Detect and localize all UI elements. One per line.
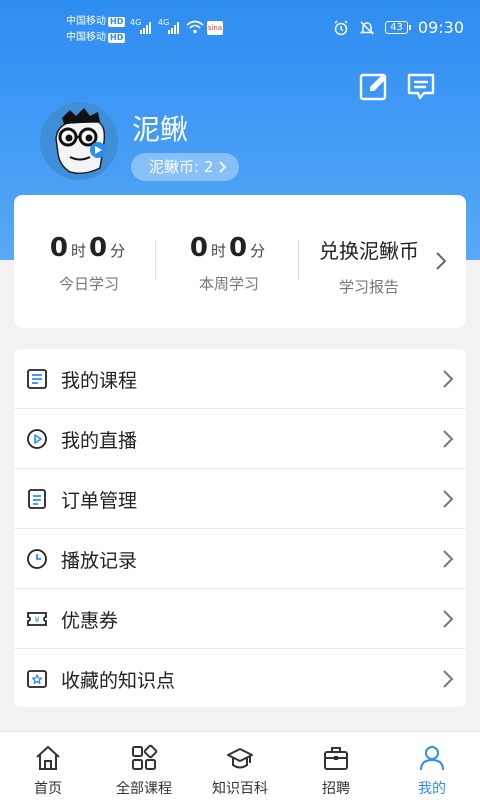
chevron-right-icon (443, 550, 454, 568)
divider (298, 240, 299, 280)
coin-balance-button[interactable]: 泥鳅币: 2 (131, 153, 240, 181)
minute-unit: 分 (110, 242, 126, 260)
edit-icon[interactable] (359, 72, 389, 102)
week-study-stat[interactable]: 0时0分 本周学习 (184, 233, 274, 294)
nickname[interactable]: 泥鳅 (132, 108, 188, 148)
hour-unit: 时 (210, 242, 226, 260)
redeem-coins-title: 兑换泥鳅币 (319, 239, 419, 263)
chevron-right-icon (443, 670, 454, 688)
wifi-icon (186, 20, 204, 34)
menu-item-favorites[interactable]: 收藏的知识点 (14, 649, 466, 709)
briefcase-icon (324, 747, 348, 770)
menu-item-label: 播放记录 (61, 549, 138, 572)
chevron-right-icon (219, 161, 227, 173)
coupon-icon: ¥ (27, 612, 47, 626)
tab-knowledge[interactable]: 知识百科 (192, 732, 288, 800)
tab-label: 全部课程 (116, 781, 172, 797)
menu-item-my-courses[interactable]: 我的课程 (14, 349, 466, 409)
today-study-label: 今日学习 (58, 275, 119, 293)
menu-item-label: 收藏的知识点 (61, 669, 176, 692)
live-icon (27, 429, 47, 449)
carrier-2: 中国移动 HD (66, 32, 126, 43)
avatar[interactable] (40, 102, 118, 180)
tab-label: 首页 (34, 781, 62, 797)
week-minutes: 0 (229, 233, 248, 263)
menu-item-orders[interactable]: 订单管理 (14, 469, 466, 529)
redeem-coins-stat[interactable]: 兑换泥鳅币 学习报告 (312, 235, 426, 297)
chevron-right-icon[interactable] (435, 251, 447, 271)
minute-unit: 分 (250, 242, 266, 260)
week-hours: 0 (189, 233, 208, 263)
carrier-1: 中国移动 HD (66, 16, 126, 27)
course-icon (27, 369, 47, 389)
tab-all-courses[interactable]: 全部课程 (96, 732, 192, 800)
tab-label: 我的 (418, 781, 446, 797)
menu-item-my-live[interactable]: 我的直播 (14, 409, 466, 469)
chevron-right-icon (443, 370, 454, 388)
today-hours: 0 (49, 233, 68, 263)
hour-unit: 时 (70, 242, 86, 260)
history-icon (27, 549, 47, 569)
today-minutes: 0 (89, 233, 108, 263)
tab-mine[interactable]: 我的 (384, 732, 480, 800)
app-notification-icon: sina (207, 21, 223, 35)
message-icon[interactable] (406, 72, 436, 102)
grid-icon (132, 744, 158, 770)
order-icon (28, 489, 46, 509)
menu-item-label: 我的课程 (61, 369, 138, 392)
chevron-right-icon (443, 610, 454, 628)
menu-item-play-history[interactable]: 播放记录 (14, 529, 466, 589)
chevron-right-icon (443, 430, 454, 448)
favorite-icon (27, 670, 47, 688)
svg-text:¥: ¥ (34, 616, 39, 625)
avatar-cartoon-icon (40, 102, 118, 180)
tab-recruitment[interactable]: 招聘 (288, 732, 384, 800)
today-study-stat[interactable]: 0时0分 今日学习 (44, 233, 134, 294)
tab-label: 招聘 (322, 781, 350, 797)
bottom-tab-bar: 首页 全部课程 知识百科 招聘 我的 (0, 731, 480, 800)
chevron-right-icon (443, 490, 454, 508)
alarm-icon (334, 20, 348, 35)
tab-home[interactable]: 首页 (0, 732, 96, 800)
menu-list: 我的课程 我的直播 订单管理 播放记录 ¥ 优惠券 收藏的知识点 (14, 349, 466, 707)
battery-icon: 43 (385, 21, 411, 34)
mute-icon (359, 21, 375, 34)
user-icon (420, 746, 444, 771)
clock: 09:30 (417, 18, 464, 37)
menu-item-label: 优惠券 (61, 609, 119, 632)
home-icon (36, 746, 60, 770)
status-bar: 中国移动 HD 中国移动 HD 4G 4G sina 43 09:30 (0, 0, 480, 58)
graduation-cap-icon (227, 748, 253, 769)
menu-item-coupons[interactable]: ¥ 优惠券 (14, 589, 466, 649)
signal-icon-2 (168, 22, 182, 34)
divider (155, 240, 156, 280)
week-study-label: 本周学习 (198, 275, 259, 293)
coin-balance-label: 泥鳅币: 2 (149, 158, 214, 176)
menu-item-label: 我的直播 (61, 429, 138, 452)
study-stats-card: 0时0分 今日学习 0时0分 本周学习 兑换泥鳅币 学习报告 (14, 195, 466, 328)
tab-label: 知识百科 (212, 781, 268, 797)
menu-item-label: 订单管理 (61, 489, 138, 512)
signal-icon (140, 22, 154, 34)
study-report-label: 学习报告 (338, 278, 399, 296)
